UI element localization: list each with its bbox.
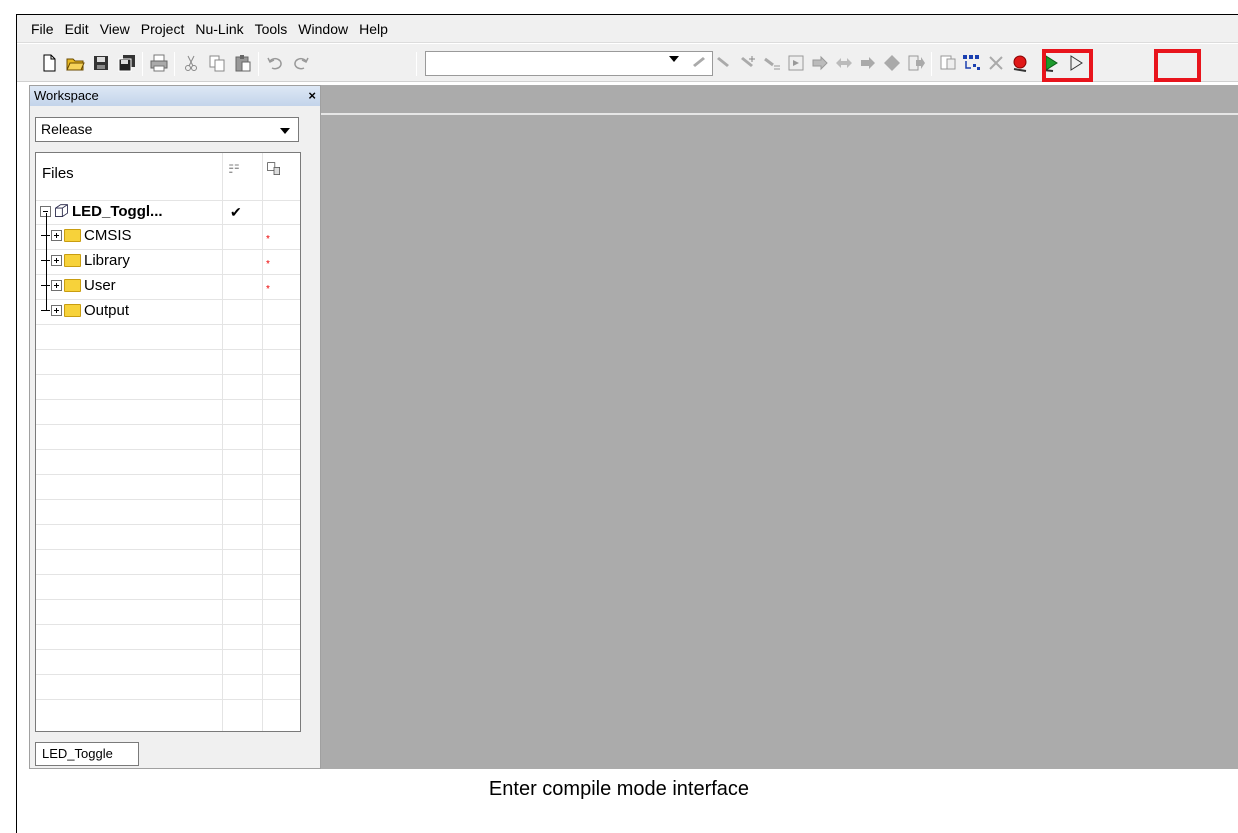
figure-caption: Enter compile mode interface [488,778,750,800]
expand-icon[interactable] [51,305,62,316]
menu-tools[interactable]: Tools [255,21,288,37]
folder-icon [64,279,81,292]
menu-window[interactable]: Window [298,21,348,37]
build-check-icon: ✔ [230,204,242,220]
bookmark-next-icon[interactable] [906,53,926,73]
build-icon[interactable] [961,53,981,73]
menu-help[interactable]: Help [359,21,388,37]
bookmark-prev-icon[interactable] [882,53,902,73]
folder-library[interactable]: Library [41,252,130,269]
folder-icon [64,229,81,242]
folder-icon [64,304,81,317]
next-arrow-icon[interactable] [810,53,830,73]
chevron-down-icon[interactable] [280,128,290,134]
folder-user[interactable]: User [41,277,116,294]
menu-bar: File Edit View Project Nu-Link Tools Win… [17,15,1238,43]
project-name: LED_Toggl... [72,203,163,220]
folder-label: Output [84,302,130,319]
workspace-panel: Workspace × Release Files LED_Toggl... ✔… [29,85,321,769]
save-all-icon[interactable] [117,53,137,73]
compile-column-icon[interactable] [226,161,242,177]
print-icon[interactable] [149,53,169,73]
menu-file[interactable]: File [31,21,54,37]
project-cube-icon [55,204,68,218]
modified-marker: * [266,234,270,245]
workspace-title-text: Workspace [34,88,99,103]
modified-marker: * [266,284,270,295]
ide-window: File Edit View Project Nu-Link Tools Win… [16,14,1238,833]
pen-add-icon[interactable] [738,53,758,73]
undo-icon[interactable] [265,53,285,73]
folder-label: Library [84,252,130,269]
open-folder-icon[interactable] [65,53,85,73]
prev-arrows-icon[interactable] [834,53,854,73]
folder-icon [64,254,81,267]
toolbar [17,44,1238,82]
folder-label: CMSIS [84,227,132,244]
folder-label: User [84,277,116,294]
pen-list-icon[interactable] [762,53,782,73]
file-tree: Files LED_Toggl... ✔ CMSIS * Library * U… [35,152,301,732]
step-page-icon[interactable] [786,53,806,73]
configuration-value: Release [41,121,93,137]
expand-icon[interactable] [51,255,62,266]
expand-icon[interactable] [51,230,62,241]
cut-icon[interactable] [181,53,201,73]
chevron-down-icon[interactable] [669,56,679,62]
pen-tool-2-icon[interactable] [714,53,734,73]
project-node[interactable]: LED_Toggl... [40,203,163,220]
pen-tool-icon[interactable] [690,53,710,73]
configuration-select[interactable]: Release [35,117,299,142]
menu-view[interactable]: View [100,21,130,37]
copy-icon[interactable] [207,53,227,73]
rebuild-icon[interactable] [986,53,1006,73]
close-icon[interactable]: × [308,86,316,106]
folder-cmsis[interactable]: CMSIS [41,227,132,244]
editor-tab-strip [321,85,1238,115]
save-icon[interactable] [91,53,111,73]
menu-edit[interactable]: Edit [65,21,89,37]
build-target-combo[interactable] [425,51,713,76]
highlight-box-4 [1154,49,1201,82]
redo-icon[interactable] [291,53,311,73]
workspace-title: Workspace [30,86,320,106]
expand-icon[interactable] [51,280,62,291]
new-file-icon[interactable] [39,53,59,73]
highlight-box-3 [1042,49,1093,82]
compile-file-icon[interactable] [938,53,958,73]
menu-nu-link[interactable]: Nu-Link [195,21,243,37]
tab-label: LED_Toggle [42,746,113,761]
dependency-column-icon[interactable] [266,161,282,177]
folder-output[interactable]: Output [41,302,129,319]
tab-led-toggle[interactable]: LED_Toggle [35,742,139,766]
files-column-header: Files [42,165,74,182]
modified-marker: * [266,259,270,270]
paste-icon[interactable] [233,53,253,73]
breakpoint-icon[interactable] [1010,53,1030,73]
editor-area [321,85,1238,769]
menu-project[interactable]: Project [141,21,185,37]
forward-arrow-icon[interactable] [858,53,878,73]
